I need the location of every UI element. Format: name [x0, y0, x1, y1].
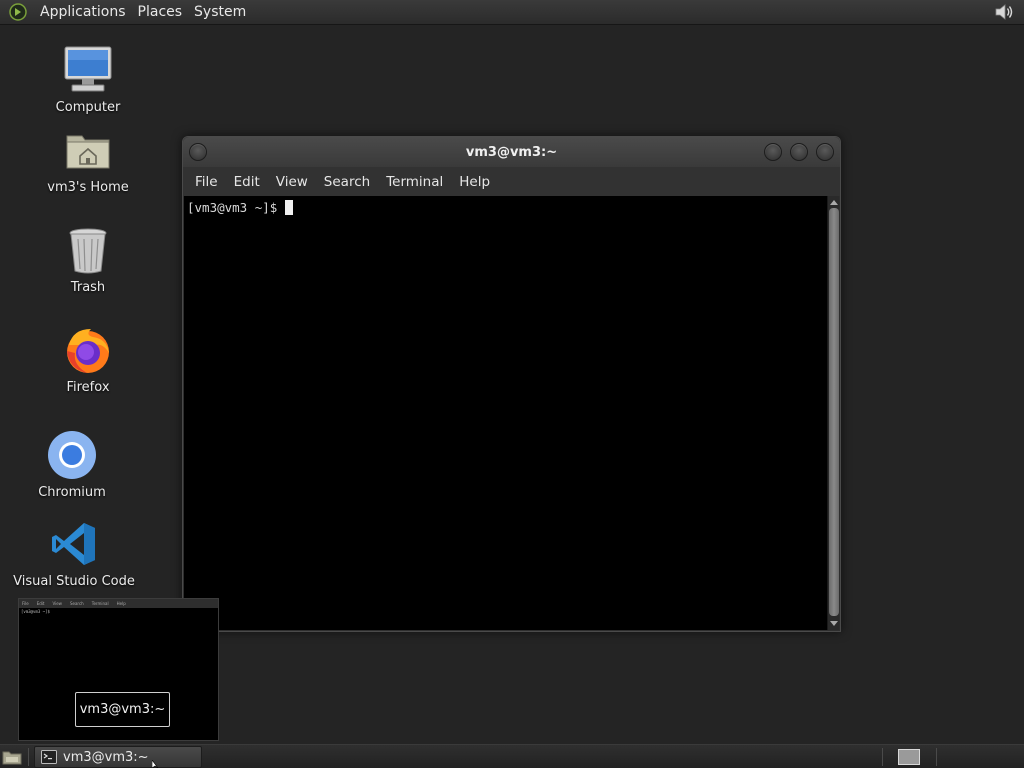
- volume-icon[interactable]: [992, 1, 1016, 23]
- preview-prompt: [vm3@vm3 ~]$: [21, 609, 50, 614]
- scrollbar-thumb[interactable]: [829, 208, 839, 616]
- desktop-icon-label: vm3's Home: [47, 180, 129, 195]
- panel-separator: [882, 748, 883, 766]
- distro-logo-icon[interactable]: [8, 2, 28, 22]
- terminal-output[interactable]: [vm3@vm3 ~]$: [184, 196, 828, 630]
- window-preview[interactable]: File Edit View Search Terminal Help [vm3…: [18, 598, 219, 741]
- computer-icon: [62, 44, 114, 96]
- preview-menu-item: Help: [116, 601, 126, 606]
- top-menu: Applications Places System: [34, 0, 252, 24]
- panel-separator: [936, 748, 937, 766]
- minimize-button[interactable]: [764, 143, 782, 161]
- workspace-switcher[interactable]: [898, 749, 920, 765]
- text-cursor: [285, 200, 294, 215]
- taskbar-terminal-button[interactable]: vm3@vm3:~: [34, 746, 202, 768]
- menu-help[interactable]: Help: [451, 174, 498, 190]
- maximize-button[interactable]: [790, 143, 808, 161]
- scroll-up-arrow-icon[interactable]: [828, 196, 840, 208]
- preview-menu-item: Edit: [36, 601, 45, 606]
- chromium-icon: [46, 429, 98, 481]
- panel-separator: [28, 748, 29, 766]
- desktop-icon-label: Firefox: [66, 380, 110, 395]
- terminal-menubar: File Edit View Search Terminal Help: [183, 167, 840, 196]
- preview-caption: vm3@vm3:~: [75, 692, 170, 727]
- mouse-pointer-icon: [152, 760, 159, 768]
- menu-search[interactable]: Search: [316, 174, 378, 190]
- menu-edit[interactable]: Edit: [226, 174, 268, 190]
- desktop-icon-label: Trash: [70, 280, 106, 295]
- desktop-icon-chromium[interactable]: Chromium: [32, 429, 112, 500]
- desktop-icon-label: Computer: [55, 100, 121, 115]
- system-menu[interactable]: System: [188, 0, 252, 24]
- top-panel: Applications Places System: [0, 0, 1024, 25]
- show-desktop-icon[interactable]: [2, 748, 22, 766]
- shell-prompt: [vm3@vm3 ~]$: [187, 200, 278, 215]
- firefox-icon: [62, 324, 114, 376]
- menu-view[interactable]: View: [268, 174, 316, 190]
- window-menu-button[interactable]: [189, 143, 207, 161]
- menu-terminal[interactable]: Terminal: [378, 174, 451, 190]
- desktop-icon-computer[interactable]: Computer: [48, 44, 128, 115]
- preview-menu-item: View: [52, 601, 62, 606]
- desktop-icon-home[interactable]: vm3's Home: [38, 124, 138, 195]
- places-menu[interactable]: Places: [132, 0, 189, 24]
- home-folder-icon: [62, 124, 114, 176]
- vscode-icon: [48, 518, 100, 570]
- trash-icon: [62, 224, 114, 276]
- preview-menubar: File Edit View Search Terminal Help: [19, 599, 218, 608]
- preview-menu-item: Terminal: [91, 601, 109, 606]
- applications-menu[interactable]: Applications: [34, 0, 132, 24]
- desktop-icon-vscode[interactable]: Visual Studio Code: [13, 518, 135, 589]
- scroll-down-arrow-icon[interactable]: [828, 618, 840, 630]
- preview-menu-item: File: [22, 601, 29, 606]
- terminal-icon: [41, 750, 57, 764]
- terminal-titlebar[interactable]: vm3@vm3:~: [183, 137, 840, 167]
- terminal-title: vm3@vm3:~: [465, 144, 558, 160]
- desktop-icon-trash[interactable]: Trash: [48, 224, 128, 295]
- preview-menu-item: Search: [69, 601, 84, 606]
- desktop-icon-label: Chromium: [38, 485, 106, 500]
- taskbar-terminal-label: vm3@vm3:~: [63, 749, 149, 765]
- menu-file[interactable]: File: [187, 174, 226, 190]
- desktop-icon-label: Visual Studio Code: [13, 574, 135, 589]
- terminal-scrollbar[interactable]: [827, 196, 839, 630]
- desktop-icon-firefox[interactable]: Firefox: [48, 324, 128, 395]
- close-button[interactable]: [816, 143, 834, 161]
- terminal-window[interactable]: vm3@vm3:~ File Edit View Search Terminal…: [182, 136, 841, 632]
